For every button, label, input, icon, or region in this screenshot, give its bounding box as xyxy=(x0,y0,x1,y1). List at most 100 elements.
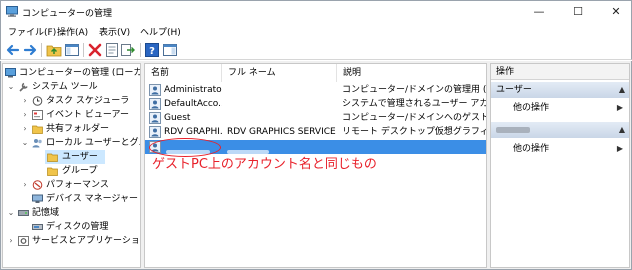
svg-text:?: ? xyxy=(149,46,155,57)
minimize-button[interactable]: — xyxy=(522,3,556,21)
tree-item-computer-management[interactable]: コンピューターの管理 (ローカル) xyxy=(3,66,140,80)
more-actions-label: 他の操作 xyxy=(513,144,550,154)
tree-item-groups[interactable]: グループ xyxy=(3,164,140,178)
expand-chevron-icon[interactable]: ⌄ xyxy=(7,206,15,220)
annotation-text: ゲストPC上のアカウント名と同じもの xyxy=(152,157,377,172)
computer-management-icon xyxy=(5,68,16,78)
show-hide-action-icon[interactable] xyxy=(162,42,178,58)
toolbar: ? xyxy=(0,40,632,60)
expand-chevron-icon[interactable]: › xyxy=(21,122,29,136)
table-row[interactable]: Guest コンピューター/ドメインへのゲスト アクセ... xyxy=(145,111,487,125)
tree-item-services-applications[interactable]: › サービスとアプリケーション xyxy=(3,234,140,248)
tree-item-device-manager[interactable]: デバイス マネージャー xyxy=(3,192,140,206)
toolbar-separator xyxy=(41,43,42,57)
delete-icon[interactable] xyxy=(87,42,103,58)
tree-item-storage[interactable]: ⌄ 記憶域 xyxy=(3,206,140,220)
task-scheduler-icon xyxy=(32,96,43,106)
tree-item-label: システム ツール xyxy=(32,82,98,92)
window-title: コンピューターの管理 xyxy=(22,9,113,19)
tree-item-label: タスク スケジューラ xyxy=(46,96,130,106)
expand-chevron-icon[interactable]: › xyxy=(7,234,15,248)
local-users-groups-icon xyxy=(32,139,42,148)
menu-help[interactable]: ヘルプ(H) xyxy=(140,25,181,38)
more-actions-item[interactable]: 他の操作 ▶ xyxy=(491,100,629,116)
event-viewer-icon xyxy=(32,110,43,120)
tree-item-shared-folders[interactable]: › 共有フォルダー xyxy=(3,122,140,136)
menu-action[interactable]: 操作(A) xyxy=(57,25,88,38)
tree-item-label: ユーザー xyxy=(62,152,98,162)
tree-item-disk-management[interactable]: ディスクの管理 xyxy=(3,220,140,234)
cell-description: コンピューター/ドメインの管理用 (ビルトイ... xyxy=(342,85,487,95)
tree-item-label: 記憶域 xyxy=(32,208,60,218)
tree-item-label: コンピューターの管理 (ローカル) xyxy=(19,68,140,78)
maximize-button[interactable]: ☐ xyxy=(561,3,595,21)
actions-section-selected-user[interactable]: ▲ xyxy=(491,122,629,138)
table-row[interactable]: Administrator コンピューター/ドメインの管理用 (ビルトイ... xyxy=(145,83,487,97)
menu-view[interactable]: 表示(V) xyxy=(99,25,130,38)
tree-item-label: ディスクの管理 xyxy=(46,222,109,232)
actions-title: 操作 xyxy=(491,64,629,80)
cell-name: DefaultAcco... xyxy=(164,99,222,109)
folder-icon xyxy=(47,153,58,162)
toolbar-separator xyxy=(140,43,141,57)
back-icon[interactable] xyxy=(5,42,21,58)
navigation-tree[interactable]: コンピューターの管理 (ローカル) ⌄ システム ツール › タスク スケジュー… xyxy=(2,63,141,268)
menu-bar: ファイル(F) 操作(A) 表示(V) ヘルプ(H) xyxy=(0,22,632,40)
actions-section-users[interactable]: ユーザー ▲ xyxy=(491,82,629,98)
services-applications-icon xyxy=(18,236,29,246)
cell-full-name: RDV GRAPHICS SERVICE xyxy=(227,127,336,137)
column-header-full-name[interactable]: フル ネーム xyxy=(222,64,337,82)
expand-chevron-icon[interactable]: ⌄ xyxy=(21,136,29,150)
toolbar-separator xyxy=(83,43,84,57)
title-bar: コンピューターの管理 — ☐ ✕ xyxy=(0,0,632,22)
close-button[interactable]: ✕ xyxy=(599,3,632,21)
cell-name: RDV GRAPHI... xyxy=(164,127,222,137)
expand-chevron-icon[interactable]: ⌄ xyxy=(7,80,15,94)
tree-item-task-scheduler[interactable]: › タスク スケジューラ xyxy=(3,94,140,108)
more-actions-label: 他の操作 xyxy=(513,103,550,113)
cell-description: システムで管理されるユーザー アカウン... xyxy=(342,99,486,109)
redacted-user-name xyxy=(496,126,530,133)
tree-item-label: パフォーマンス xyxy=(46,180,109,190)
folder-icon xyxy=(47,167,58,176)
table-row[interactable]: DefaultAcco... システムで管理されるユーザー アカウン... xyxy=(145,97,486,111)
show-hide-tree-icon[interactable] xyxy=(64,42,80,58)
tree-item-label: サービスとアプリケーション xyxy=(32,236,141,246)
user-icon xyxy=(149,98,161,110)
cell-description: コンピューター/ドメインへのゲスト アクセ... xyxy=(342,113,487,123)
tree-item-performance[interactable]: › パフォーマンス xyxy=(3,178,140,192)
shared-folders-icon xyxy=(32,125,43,134)
collapse-up-icon[interactable]: ▲ xyxy=(619,82,625,98)
submenu-arrow-icon: ▶ xyxy=(616,103,623,112)
submenu-arrow-icon: ▶ xyxy=(616,144,623,153)
properties-icon[interactable] xyxy=(104,42,120,58)
expand-chevron-icon[interactable]: › xyxy=(21,108,29,122)
column-header-description[interactable]: 説明 xyxy=(337,64,486,82)
help-icon[interactable]: ? xyxy=(144,42,160,58)
tree-item-system-tools[interactable]: ⌄ システム ツール xyxy=(3,80,140,94)
collapse-up-icon[interactable]: ▲ xyxy=(619,122,625,138)
disk-management-icon xyxy=(32,224,43,230)
tree-item-label: ローカル ユーザーとグループ xyxy=(46,138,140,148)
cell-name: Administrator xyxy=(164,85,222,95)
expand-chevron-icon[interactable]: › xyxy=(21,178,29,192)
tree-item-users[interactable]: ユーザー xyxy=(45,150,105,164)
tree-item-event-viewer[interactable]: › イベント ビューアー xyxy=(3,108,140,122)
device-manager-icon xyxy=(32,194,43,203)
storage-icon xyxy=(18,210,29,216)
expand-chevron-icon[interactable]: › xyxy=(21,94,29,108)
tree-item-label: デバイス マネージャー xyxy=(46,194,138,204)
cell-description: リモート デスクトップ仮想グラフィックス... xyxy=(342,127,486,137)
up-folder-icon[interactable] xyxy=(46,42,62,58)
tree-item-label: グループ xyxy=(62,166,98,176)
forward-icon[interactable] xyxy=(22,42,38,58)
tree-item-local-users-groups[interactable]: ⌄ ローカル ユーザーとグループ xyxy=(3,136,140,150)
export-icon[interactable] xyxy=(120,42,136,58)
menu-file[interactable]: ファイル(F) xyxy=(8,25,56,38)
column-header-name[interactable]: 名前 xyxy=(145,64,222,82)
more-actions-item[interactable]: 他の操作 ▶ xyxy=(491,141,629,157)
performance-icon xyxy=(32,180,43,190)
table-row[interactable]: RDV GRAPHI... RDV GRAPHICS SERVICE リモート … xyxy=(145,125,486,139)
user-icon xyxy=(149,112,161,124)
tree-item-label: イベント ビューアー xyxy=(46,110,129,120)
